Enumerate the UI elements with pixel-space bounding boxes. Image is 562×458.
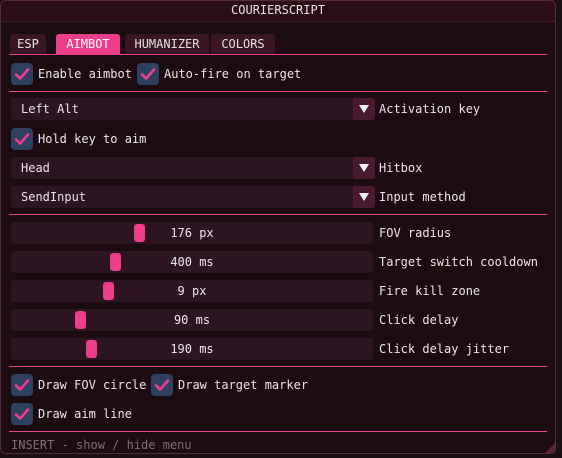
draw-aim-line-checkbox[interactable]: Draw aim line [11,403,132,425]
activation-key-value: Left Alt [21,102,79,116]
title-bar[interactable]: COURIERSCRIPT [1,1,555,22]
tab-separator [9,54,547,55]
section-separator [9,366,547,367]
window-title: COURIERSCRIPT [231,3,325,17]
footer-hint: INSERT - show / hide menu [11,438,192,452]
click-delay-slider[interactable]: 90 ms [11,309,373,331]
hold-key-checkbox[interactable]: Hold key to aim [11,128,146,150]
draw-target-marker-label: Draw target marker [178,378,309,392]
menu-window: COURIERSCRIPT ESP AIMBOT HUMANIZER COLOR… [0,0,556,454]
hitbox-combo[interactable]: Head [11,157,375,179]
click-delay-jitter-value: 190 ms [170,342,214,356]
activation-key-combo[interactable]: Left Alt [11,98,375,120]
checkmark-icon [14,408,30,420]
hitbox-value: Head [21,161,50,175]
checkbox-box [11,374,33,396]
tab-aimbot[interactable]: AIMBOT [56,34,120,54]
fire-kill-zone-value: 9 px [177,284,207,298]
draw-aim-line-label: Draw aim line [38,407,132,421]
draw-fov-circle-checkbox[interactable]: Draw FOV circle [11,374,146,396]
triangle-down-icon [359,164,369,172]
click-delay-value: 90 ms [173,313,211,327]
section-separator [9,214,547,215]
click-delay-label: Click delay [379,313,459,327]
fire-kill-zone-label: Fire kill zone [379,284,481,298]
fov-radius-value: 176 px [170,226,214,240]
tab-colors[interactable]: COLORS [211,34,275,54]
target-switch-cooldown-slider[interactable]: 400 ms [11,251,373,273]
target-switch-cooldown-label: Target switch cooldown [379,255,538,269]
checkmark-icon [14,133,30,145]
checkbox-box [151,374,173,396]
checkmark-icon [140,68,156,80]
enable-aimbot-checkbox[interactable]: Enable aimbot [11,63,132,85]
checkbox-box [11,63,33,85]
checkbox-box [137,63,159,85]
triangle-down-icon [359,105,369,113]
tab-esp[interactable]: ESP [10,34,46,54]
checkbox-box [11,403,33,425]
fire-kill-zone-slider[interactable]: 9 px [11,280,373,302]
tab-humanizer[interactable]: HUMANIZER [125,34,209,54]
dropdown-arrow-button[interactable] [353,98,375,120]
draw-target-marker-checkbox[interactable]: Draw target marker [151,374,308,396]
hitbox-label: Hitbox [379,161,423,175]
enable-aimbot-label: Enable aimbot [38,67,132,81]
checkmark-icon [14,379,30,391]
draw-fov-circle-label: Draw FOV circle [38,378,147,392]
checkbox-box [11,128,33,150]
triangle-down-icon [359,193,369,201]
fov-radius-slider[interactable]: 176 px [11,222,373,244]
auto-fire-label: Auto-fire on target [164,67,302,81]
activation-key-label: Activation key [379,102,481,116]
resize-grip-icon[interactable] [545,443,555,453]
dropdown-arrow-button[interactable] [353,186,375,208]
click-delay-jitter-slider[interactable]: 190 ms [11,338,373,360]
section-separator [9,91,547,92]
input-method-value: SendInput [21,190,87,204]
fov-radius-label: FOV radius [379,226,452,240]
checkmark-icon [14,68,30,80]
click-delay-jitter-label: Click delay jitter [379,342,510,356]
dropdown-arrow-button[interactable] [353,157,375,179]
footer-separator [9,431,547,432]
input-method-label: Input method [379,190,466,204]
input-method-combo[interactable]: SendInput [11,186,375,208]
target-switch-cooldown-value: 400 ms [170,255,214,269]
hold-key-label: Hold key to aim [38,132,147,146]
checkmark-icon [154,379,170,391]
auto-fire-checkbox[interactable]: Auto-fire on target [137,63,301,85]
